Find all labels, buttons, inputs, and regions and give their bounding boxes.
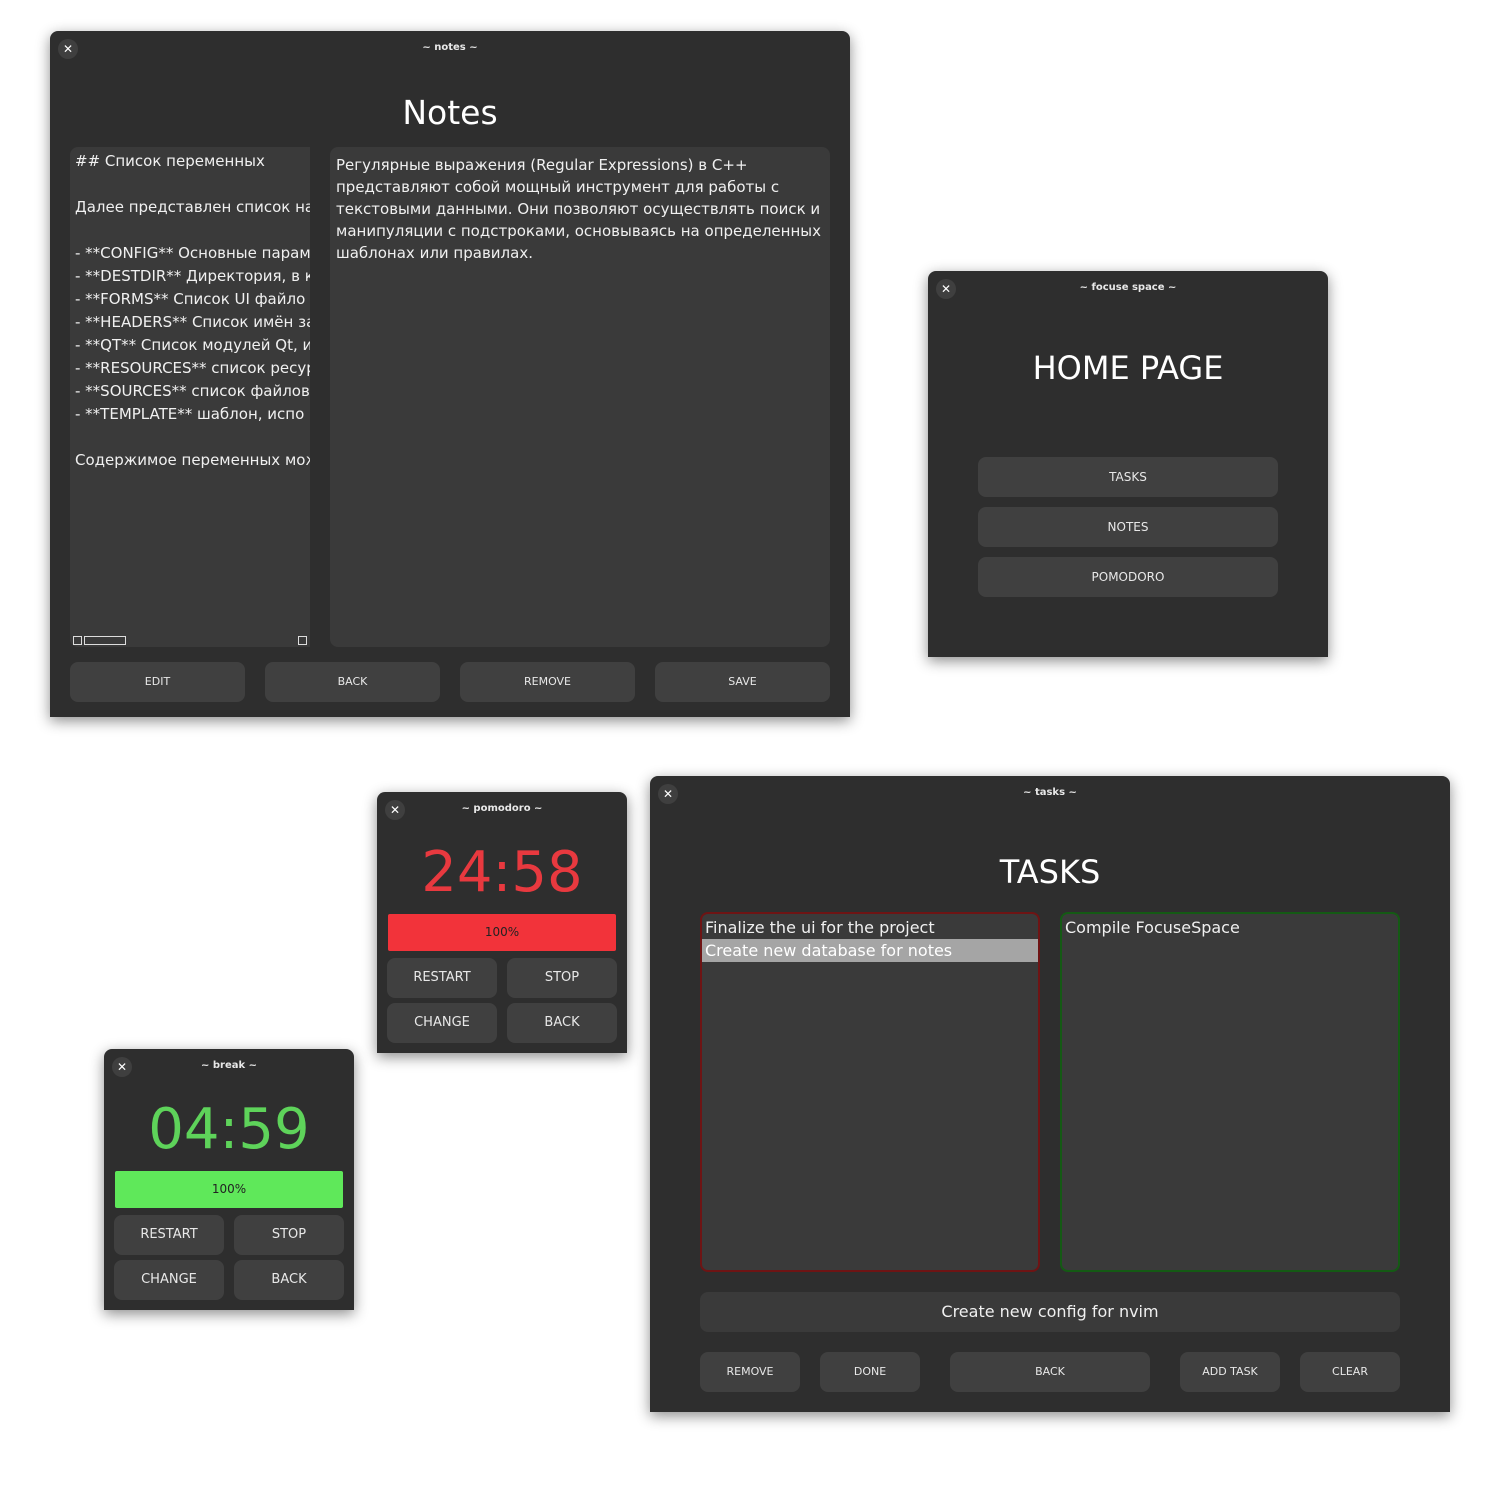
task-item[interactable]: Compile FocuseSpace — [1062, 916, 1398, 939]
progress-bar: 100% — [388, 914, 616, 951]
note-list-line[interactable] — [75, 426, 310, 449]
pomodoro-titlebar[interactable]: ✕ ~ pomodoro ~ — [377, 792, 627, 828]
note-list-line[interactable]: - **CONFIG** Основные парам — [75, 242, 310, 265]
note-list-line[interactable]: - **DESTDIR** Директория, в к — [75, 265, 310, 288]
break-titlebar[interactable]: ✕ ~ break ~ — [104, 1049, 354, 1085]
change-button[interactable]: CHANGE — [114, 1260, 224, 1300]
scroll-left-arrow[interactable] — [73, 636, 82, 645]
window-title: ~ notes ~ — [422, 42, 478, 53]
back-button[interactable]: BACK — [265, 662, 440, 702]
home-window: ✕ ~ focuse space ~ HOME PAGE TASKS NOTES… — [928, 271, 1328, 657]
task-items: Finalize the ui for the project Create ne… — [702, 916, 1038, 962]
tasks-button[interactable]: TASKS — [978, 457, 1278, 497]
pomodoro-window: ✕ ~ pomodoro ~ 24:58 100% RESTART STOP C… — [377, 792, 627, 1053]
back-button[interactable]: BACK — [234, 1260, 344, 1300]
window-title: ~ tasks ~ — [1023, 787, 1077, 798]
timer-display: 04:59 — [148, 1097, 310, 1162]
restart-button[interactable]: RESTART — [114, 1215, 224, 1255]
page-title: TASKS — [999, 853, 1101, 891]
notes-window: ✕ ~ notes ~ Notes ## Список переменных Да… — [50, 31, 850, 717]
restart-button[interactable]: RESTART — [387, 958, 497, 998]
note-text: Регулярные выражения (Regular Expression… — [336, 156, 821, 262]
back-button[interactable]: BACK — [507, 1003, 617, 1043]
notes-button[interactable]: NOTES — [978, 507, 1278, 547]
note-list-line[interactable] — [75, 173, 310, 196]
page-title: HOME PAGE — [1032, 349, 1224, 387]
break-window: ✕ ~ break ~ 04:59 100% RESTART STOP CHAN… — [104, 1049, 354, 1310]
change-button[interactable]: CHANGE — [387, 1003, 497, 1043]
done-button[interactable]: DONE — [820, 1352, 920, 1392]
task-items: Compile FocuseSpace — [1062, 916, 1398, 939]
note-list-line[interactable] — [75, 219, 310, 242]
tasks-titlebar[interactable]: ✕ ~ tasks ~ — [650, 776, 1450, 812]
remove-button[interactable]: REMOVE — [460, 662, 635, 702]
notes-list-content: ## Список переменных Далее представлен сп… — [75, 150, 310, 472]
notes-titlebar[interactable]: ✕ ~ notes ~ — [50, 31, 850, 67]
note-list-line[interactable]: - **RESOURCES** список ресур — [75, 357, 310, 380]
note-list-line[interactable]: - **FORMS** Список UI файло — [75, 288, 310, 311]
note-content[interactable]: Регулярные выражения (Regular Expression… — [330, 147, 830, 647]
todo-list[interactable]: Finalize the ui for the project Create ne… — [700, 912, 1040, 1272]
task-item[interactable]: Finalize the ui for the project — [702, 916, 1038, 939]
note-list-line[interactable]: Далее представлен список на — [75, 196, 310, 219]
note-list-line[interactable]: - **HEADERS** Список имён за — [75, 311, 310, 334]
clear-button[interactable]: CLEAR — [1300, 1352, 1400, 1392]
page-title: Notes — [402, 93, 498, 132]
window-title: ~ break ~ — [201, 1060, 257, 1071]
task-input-value: Create new config for nvim — [941, 1302, 1159, 1321]
edit-button[interactable]: EDIT — [70, 662, 245, 702]
note-list-line[interactable]: Содержимое переменных мож — [75, 449, 310, 472]
home-titlebar[interactable]: ✕ ~ focuse space ~ — [928, 271, 1328, 307]
stop-button[interactable]: STOP — [234, 1215, 344, 1255]
timer-display: 24:58 — [421, 840, 583, 905]
progress-label: 100% — [211, 1182, 247, 1196]
notes-list[interactable]: ## Список переменных Далее представлен сп… — [70, 147, 310, 647]
horizontal-scrollbar[interactable] — [70, 633, 310, 647]
tasks-window: ✕ ~ tasks ~ TASKS Finalize the ui for th… — [650, 776, 1450, 1412]
save-button[interactable]: SAVE — [655, 662, 830, 702]
back-button[interactable]: BACK — [950, 1352, 1150, 1392]
add-task-button[interactable]: ADD TASK — [1180, 1352, 1280, 1392]
window-title: ~ pomodoro ~ — [461, 803, 543, 814]
note-list-line[interactable]: - **TEMPLATE** шаблон, испо — [75, 403, 310, 426]
task-item[interactable]: Create new database for notes — [702, 939, 1038, 962]
pomodoro-button[interactable]: POMODORO — [978, 557, 1278, 597]
remove-button[interactable]: REMOVE — [700, 1352, 800, 1392]
note-list-line[interactable]: - **SOURCES** список файлов — [75, 380, 310, 403]
task-input[interactable]: Create new config for nvim — [700, 1292, 1400, 1332]
done-list[interactable]: Compile FocuseSpace — [1060, 912, 1400, 1272]
note-list-line[interactable]: ## Список переменных — [75, 150, 310, 173]
stop-button[interactable]: STOP — [507, 958, 617, 998]
scroll-thumb[interactable] — [84, 636, 126, 645]
progress-label: 100% — [484, 925, 520, 939]
progress-bar: 100% — [115, 1171, 343, 1208]
scroll-right-arrow[interactable] — [298, 636, 307, 645]
window-title: ~ focuse space ~ — [1079, 282, 1177, 293]
note-list-line[interactable]: - **QT** Список модулей Qt, и — [75, 334, 310, 357]
